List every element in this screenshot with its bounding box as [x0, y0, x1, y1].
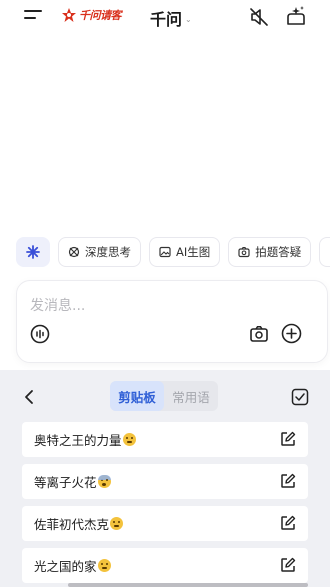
brand-logo[interactable]: 千问请客 [61, 7, 122, 23]
edit-icon[interactable] [280, 473, 296, 489]
brand-mark-icon [62, 8, 76, 22]
voice-input-icon[interactable] [30, 324, 50, 344]
clipboard-item-text: 奥特之王的力量 [34, 433, 122, 448]
edit-icon[interactable] [280, 431, 296, 447]
clipboard-tabs: 剪贴板 常用语 [110, 381, 218, 411]
list-item[interactable]: 佐菲初代杰克 [22, 506, 308, 541]
sparkle-star-icon [26, 245, 40, 259]
chip-label: 深度思考 [85, 245, 131, 259]
camera-question-icon [238, 246, 250, 258]
list-item[interactable]: 奥特之王的力量 [22, 422, 308, 457]
chip-label: AI生图 [176, 245, 211, 259]
list-item[interactable]: 等离子火花 [22, 464, 308, 499]
edit-icon[interactable] [280, 515, 296, 531]
page-title: 千问 [150, 10, 183, 29]
list-item[interactable]: 光之国的家 [22, 548, 308, 583]
chip-label: 拍题答疑 [255, 245, 302, 259]
back-arrow-icon[interactable] [22, 389, 36, 405]
clipboard-item-text: 佐菲初代杰克 [34, 517, 110, 532]
chip-deep-think[interactable]: 深度思考 [58, 237, 141, 267]
deep-think-icon [68, 246, 80, 258]
clipboard-item-text: 等离子火花 [34, 475, 97, 490]
scrollbar[interactable] [68, 583, 308, 587]
mute-speaker-icon[interactable] [248, 6, 270, 28]
clipboard-panel: 剪贴板 常用语 奥特之王的力量 等离子火花 佐菲初代杰克 光之国的家 [0, 370, 330, 587]
top-bar: 千问请客 千问 ⌄ [0, 0, 330, 36]
fearful-face-icon [97, 475, 111, 488]
chip-agent[interactable] [16, 237, 50, 267]
menu-icon[interactable] [24, 10, 42, 24]
thinking-face-icon [110, 517, 124, 530]
new-chat-sparkle-icon[interactable] [285, 5, 307, 27]
feature-chips: 深度思考 AI生图 拍题答疑 [16, 237, 330, 267]
thinking-face-icon [97, 559, 111, 572]
edit-icon[interactable] [280, 557, 296, 573]
tab-common-phrases[interactable]: 常用语 [164, 381, 218, 411]
clipboard-list: 奥特之王的力量 等离子火花 佐菲初代杰克 光之国的家 [22, 422, 308, 587]
select-checkbox-icon[interactable] [291, 388, 309, 406]
message-input[interactable]: 发消息... [30, 295, 85, 315]
model-selector[interactable]: 千问 ⌄ [150, 6, 192, 30]
chip-more[interactable] [319, 237, 330, 267]
image-gen-icon [159, 246, 171, 258]
camera-icon[interactable] [249, 324, 269, 344]
chip-photo-question[interactable]: 拍题答疑 [228, 237, 312, 267]
chevron-down-icon: ⌄ [185, 14, 192, 24]
brand-text: 千问请客 [79, 9, 122, 22]
add-icon[interactable] [281, 323, 302, 344]
tab-clipboard[interactable]: 剪贴板 [110, 381, 164, 411]
message-input-card[interactable]: 发消息... [16, 280, 328, 363]
thinking-face-icon [122, 433, 136, 446]
clipboard-item-text: 光之国的家 [34, 559, 97, 574]
chip-ai-image[interactable]: AI生图 [149, 237, 221, 267]
